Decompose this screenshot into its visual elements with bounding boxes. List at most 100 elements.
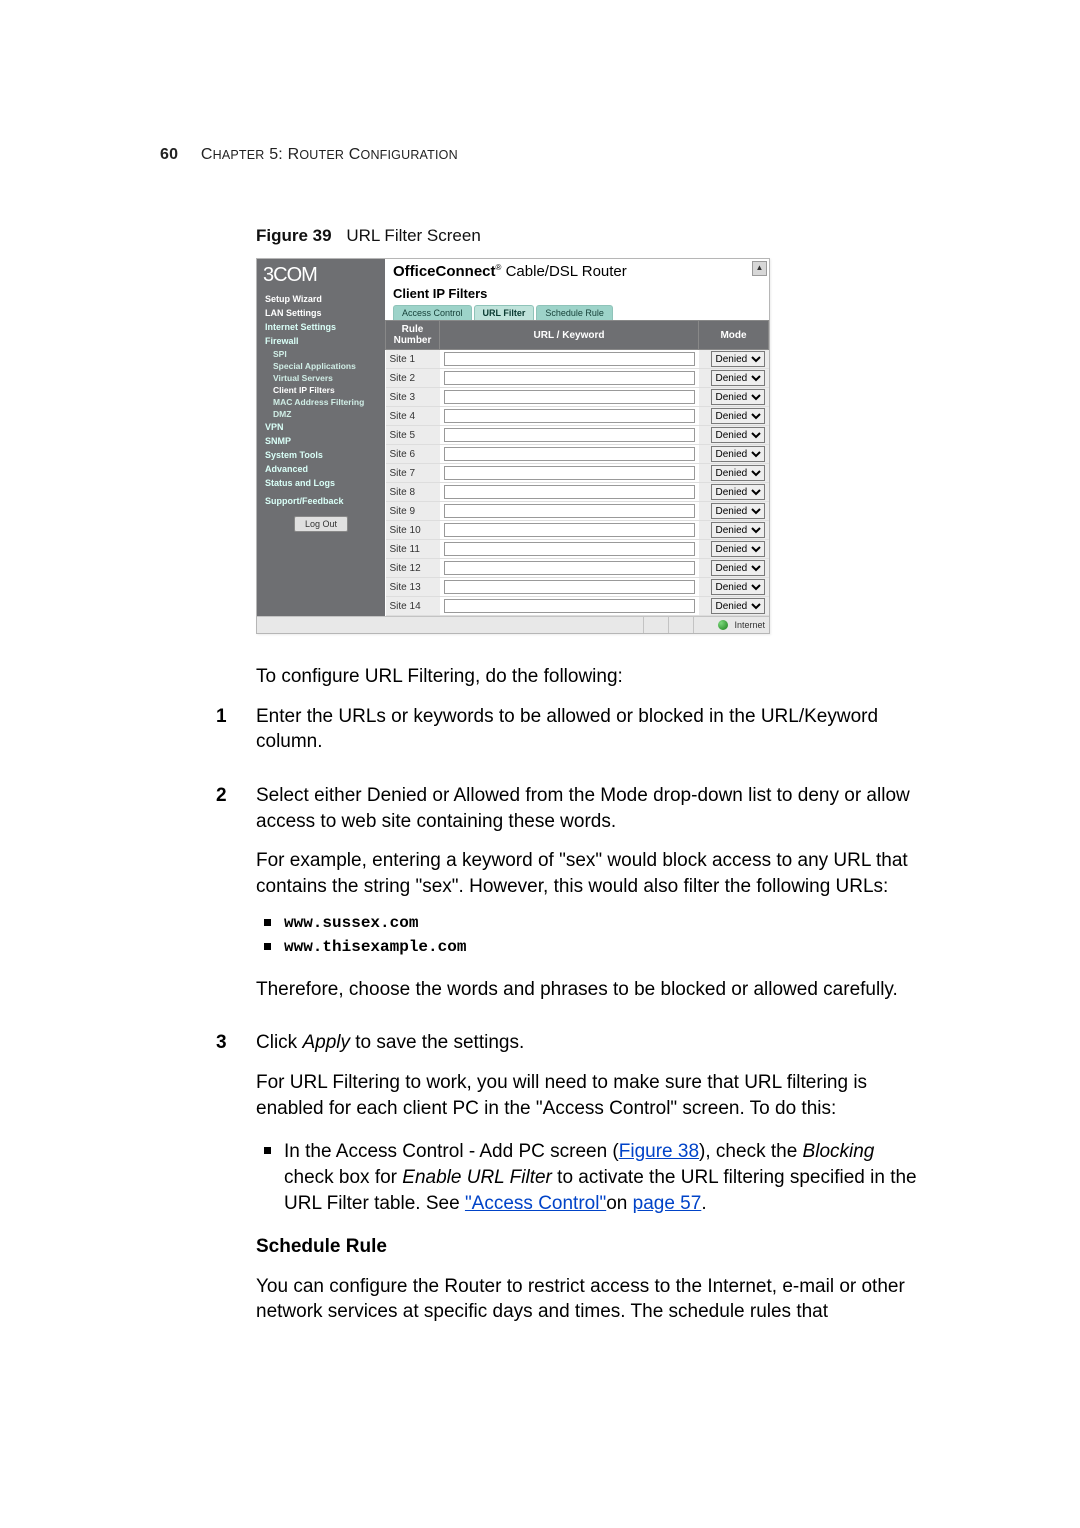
col-rule-number: Rule Number — [386, 321, 440, 350]
sidebar-sub-spi[interactable]: SPI — [263, 348, 379, 360]
sidebar-item-lan-settings[interactable]: LAN Settings — [263, 306, 379, 320]
row-label: Site 8 — [386, 483, 440, 502]
sidebar-item-setup-wizard[interactable]: Setup Wizard — [263, 292, 379, 306]
tab-url-filter[interactable]: URL Filter — [474, 305, 535, 320]
mode-select[interactable]: Denied — [711, 446, 765, 462]
url-keyword-input[interactable] — [444, 504, 695, 518]
row-label: Site 1 — [386, 350, 440, 369]
table-row: Site 3 Denied — [386, 388, 769, 407]
step3-text: Click Apply to save the settings. — [256, 1030, 928, 1056]
mode-select[interactable]: Denied — [711, 408, 765, 424]
url-keyword-input[interactable] — [444, 447, 695, 461]
link-figure-38[interactable]: Figure 38 — [619, 1141, 699, 1162]
url-keyword-input[interactable] — [444, 485, 695, 499]
table-row: Site 11 Denied — [386, 540, 769, 559]
url-keyword-input[interactable] — [444, 466, 695, 480]
url-keyword-input[interactable] — [444, 523, 695, 537]
tab-bar: Access Control URL Filter Schedule Rule — [393, 305, 769, 320]
page-subtitle: Client IP Filters — [385, 280, 769, 301]
example-url-2: www.thisexample.com — [256, 937, 928, 959]
mode-select[interactable]: Denied — [711, 522, 765, 538]
row-label: Site 12 — [386, 559, 440, 578]
table-row: Site 5 Denied — [386, 426, 769, 445]
page-header: 60 CHAPTER 5: ROUTER CONFIGURATION — [160, 146, 458, 164]
tab-access-control[interactable]: Access Control — [393, 305, 472, 320]
url-keyword-input[interactable] — [444, 580, 695, 594]
sidebar-item-status-logs[interactable]: Status and Logs — [263, 476, 379, 490]
row-label: Site 3 — [386, 388, 440, 407]
chapter-prefix: C — [201, 146, 213, 163]
sidebar-sub-client-ip-filters[interactable]: Client IP Filters — [263, 384, 379, 396]
mode-select[interactable]: Denied — [711, 579, 765, 595]
row-label: Site 5 — [386, 426, 440, 445]
url-keyword-input[interactable] — [444, 599, 695, 613]
side-nav: 3COM Setup Wizard LAN Settings Internet … — [257, 259, 385, 616]
row-label: Site 9 — [386, 502, 440, 521]
main-panel: ▲ OfficeConnect® Cable/DSL Router Client… — [385, 259, 769, 616]
row-label: Site 13 — [386, 578, 440, 597]
step1-text: Enter the URLs or keywords to be allowed… — [256, 704, 928, 755]
row-label: Site 10 — [386, 521, 440, 540]
sidebar-sub-special-apps[interactable]: Special Applications — [263, 360, 379, 372]
chapter-small2: OUTER — [299, 148, 344, 162]
mode-select[interactable]: Denied — [711, 465, 765, 481]
body-text: To configure URL Filtering, do the follo… — [256, 664, 928, 1339]
url-keyword-input[interactable] — [444, 542, 695, 556]
url-keyword-input[interactable] — [444, 428, 695, 442]
schedule-rule-text: You can configure the Router to restrict… — [256, 1274, 928, 1325]
status-bar: Internet — [257, 616, 769, 633]
table-row: Site 7Denied — [386, 464, 769, 483]
col-mode: Mode — [699, 321, 769, 350]
table-row: Site 9 Denied — [386, 502, 769, 521]
link-access-control[interactable]: "Access Control" — [465, 1193, 606, 1214]
sidebar-item-support[interactable]: Support/Feedback — [263, 494, 379, 508]
scroll-up-icon[interactable]: ▲ — [752, 261, 767, 276]
table-row: Site 13 Denied — [386, 578, 769, 597]
sidebar-item-advanced[interactable]: Advanced — [263, 462, 379, 476]
row-label: Site 2 — [386, 369, 440, 388]
internet-icon — [718, 620, 728, 630]
table-row: Site 10 Denied — [386, 521, 769, 540]
brand-logo: 3COM — [263, 265, 379, 286]
figure-title: URL Filter Screen — [346, 226, 480, 245]
url-keyword-input[interactable] — [444, 352, 695, 366]
table-row: Site 6 Denied — [386, 445, 769, 464]
mode-select[interactable]: Denied — [711, 598, 765, 614]
sidebar-sub-virtual-servers[interactable]: Virtual Servers — [263, 372, 379, 384]
step2-example: For example, entering a keyword of "sex"… — [256, 848, 928, 899]
sidebar-sub-dmz[interactable]: DMZ — [263, 408, 379, 420]
logout-button[interactable]: Log Out — [294, 516, 348, 532]
mode-select[interactable]: Denied — [711, 370, 765, 386]
tab-schedule-rule[interactable]: Schedule Rule — [536, 305, 613, 320]
row-label: Site 14 — [386, 597, 440, 616]
step-number-2: 2 — [216, 783, 256, 1016]
link-page-57[interactable]: page 57 — [633, 1193, 702, 1214]
row-label: Site 6 — [386, 445, 440, 464]
sidebar-sub-mac-filter[interactable]: MAC Address Filtering — [263, 396, 379, 408]
url-keyword-input[interactable] — [444, 371, 695, 385]
url-keyword-input[interactable] — [444, 409, 695, 423]
table-row: Site 12 Denied — [386, 559, 769, 578]
mode-select[interactable]: Denied — [711, 427, 765, 443]
url-keyword-input[interactable] — [444, 390, 695, 404]
table-row: Site 8 Denied — [386, 483, 769, 502]
sidebar-item-vpn[interactable]: VPN — [263, 420, 379, 434]
mode-select[interactable]: Denied — [711, 484, 765, 500]
chapter-small3: ONFIGURATION — [361, 148, 458, 162]
chapter-small1: HAPTER — [213, 148, 265, 162]
figure-label: Figure 39 — [256, 226, 332, 245]
sidebar-item-internet-settings[interactable]: Internet Settings — [263, 320, 379, 334]
mode-select[interactable]: Denied — [711, 560, 765, 576]
schedule-rule-heading: Schedule Rule — [256, 1234, 928, 1260]
row-label: Site 11 — [386, 540, 440, 559]
product-title: OfficeConnect® Cable/DSL Router — [385, 259, 769, 280]
mode-select[interactable]: Denied — [711, 503, 765, 519]
sidebar-item-snmp[interactable]: SNMP — [263, 434, 379, 448]
mode-select[interactable]: Denied — [711, 389, 765, 405]
mode-select[interactable]: Denied — [711, 351, 765, 367]
url-keyword-input[interactable] — [444, 561, 695, 575]
sidebar-item-system-tools[interactable]: System Tools — [263, 448, 379, 462]
sidebar-item-firewall[interactable]: Firewall — [263, 334, 379, 348]
table-row: Site 1 Denied — [386, 350, 769, 369]
mode-select[interactable]: Denied — [711, 541, 765, 557]
